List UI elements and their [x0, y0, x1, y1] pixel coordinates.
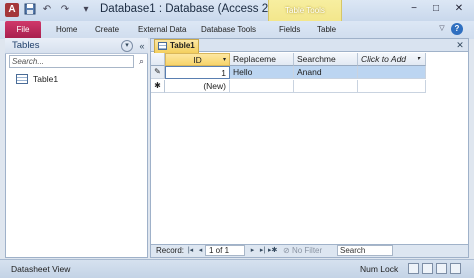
- cell-replaceme-new[interactable]: [230, 80, 294, 93]
- maximize-button[interactable]: □: [430, 3, 442, 15]
- undo-icon[interactable]: ↶: [40, 3, 54, 17]
- cell-searchme[interactable]: Anand: [294, 66, 358, 79]
- column-header-label: Replaceme: [233, 54, 276, 64]
- close-document-icon[interactable]: ✕: [455, 40, 465, 51]
- access-app-icon[interactable]: A: [5, 3, 19, 17]
- chevron-down-icon[interactable]: ▾: [222, 57, 227, 63]
- shutter-bar-close-icon[interactable]: «: [137, 40, 147, 52]
- nav-menu-chevron-down-icon[interactable]: ▾: [121, 40, 133, 52]
- navigation-pane-title[interactable]: Tables: [12, 40, 39, 51]
- column-header-click-to-add[interactable]: Click to Add ▾: [358, 53, 426, 66]
- nav-item-label: Table1: [33, 74, 59, 84]
- tab-table[interactable]: Table: [317, 21, 336, 39]
- collapse-ribbon-icon[interactable]: ▽: [437, 24, 447, 34]
- document-tab-label: Table1: [170, 41, 195, 50]
- redo-icon[interactable]: ↷: [58, 3, 72, 17]
- table-icon: [16, 74, 28, 84]
- status-bar: [0, 259, 474, 278]
- tab-create[interactable]: Create: [95, 21, 119, 39]
- pivotchart-view-icon[interactable]: [436, 263, 447, 274]
- navigation-pane: [5, 38, 148, 258]
- select-all-corner[interactable]: [151, 53, 165, 66]
- column-header-label: Searchme: [297, 54, 336, 64]
- tab-external-data[interactable]: External Data: [138, 21, 186, 39]
- record-selector[interactable]: ✎: [151, 66, 165, 79]
- nav-search-input[interactable]: Search...: [9, 55, 134, 68]
- customize-qat-icon[interactable]: ▾: [79, 3, 93, 17]
- filter-indicator[interactable]: ⊘ No Filter: [283, 245, 335, 256]
- cell-click-to-add-new[interactable]: [358, 80, 426, 93]
- column-header-replaceme[interactable]: Replaceme: [230, 53, 294, 66]
- context-tab-group-title: Table Tools: [285, 6, 325, 15]
- table-icon: [158, 42, 167, 50]
- last-record-icon[interactable]: ▸|: [258, 246, 267, 255]
- cell-searchme-new[interactable]: [294, 80, 358, 93]
- previous-record-icon[interactable]: ◂: [196, 246, 205, 255]
- nav-item-table1[interactable]: Table1: [12, 73, 144, 86]
- status-view-name: Datasheet View: [11, 264, 71, 274]
- search-icon[interactable]: ⌕: [136, 55, 147, 68]
- tab-fields[interactable]: Fields: [279, 21, 300, 39]
- next-record-icon[interactable]: ▸: [248, 246, 257, 255]
- help-icon[interactable]: ?: [451, 23, 463, 35]
- column-header-label: ID: [193, 55, 202, 65]
- file-tab[interactable]: File: [5, 21, 41, 39]
- minimize-button[interactable]: −: [408, 3, 420, 15]
- cell-click-to-add[interactable]: [358, 66, 426, 79]
- document-tab-table1[interactable]: Table1: [154, 39, 199, 53]
- datasheet-view-icon[interactable]: [408, 263, 419, 274]
- window-title: Database1 : Database (Access 20: [100, 3, 270, 15]
- cell-replaceme[interactable]: Hello: [230, 66, 294, 79]
- cell-id[interactable]: 1: [165, 66, 230, 79]
- tab-database-tools[interactable]: Database Tools: [201, 21, 256, 39]
- first-record-icon[interactable]: |◂: [186, 246, 195, 255]
- no-filter-icon: ⊘: [283, 246, 290, 255]
- record-search-input[interactable]: Search: [337, 245, 393, 256]
- filter-label: No Filter: [291, 246, 323, 255]
- design-view-icon[interactable]: [450, 263, 461, 274]
- close-button[interactable]: ✕: [453, 3, 465, 15]
- pivottable-view-icon[interactable]: [422, 263, 433, 274]
- tab-home[interactable]: Home: [56, 21, 77, 39]
- column-header-label: Click to Add: [361, 54, 407, 64]
- status-num-lock: Num Lock: [360, 264, 399, 274]
- save-icon[interactable]: [23, 3, 37, 17]
- new-record-selector[interactable]: ✱: [151, 80, 165, 93]
- record-label: Record:: [156, 246, 185, 255]
- chevron-down-icon[interactable]: ▾: [417, 56, 422, 62]
- cell-id-new[interactable]: (New): [165, 80, 230, 93]
- column-header-searchme[interactable]: Searchme: [294, 53, 358, 66]
- new-record-icon[interactable]: ▸✱: [268, 246, 277, 255]
- column-header-id[interactable]: ID ▾: [165, 53, 230, 66]
- current-record-input[interactable]: 1 of 1: [205, 245, 245, 256]
